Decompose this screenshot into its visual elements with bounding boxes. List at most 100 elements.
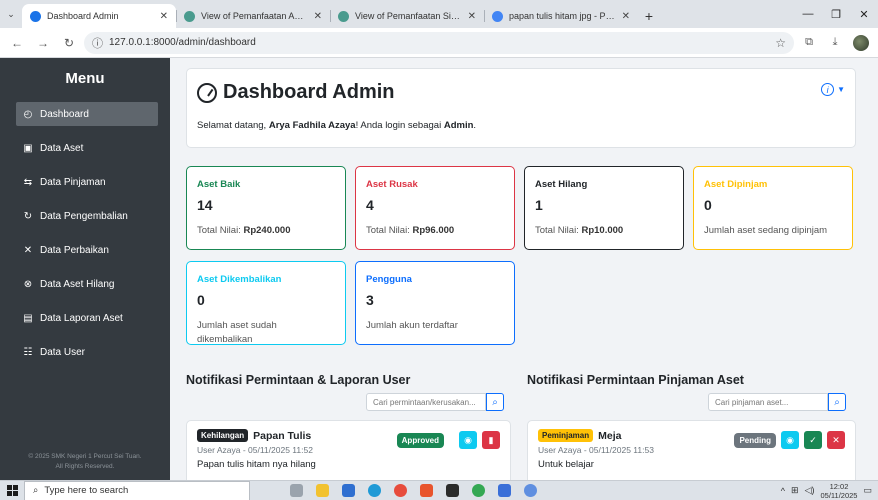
notification-actions: Pending ◉ ✓ ✕ (734, 431, 845, 449)
file-report-icon: ▤ (23, 312, 33, 324)
notification-center-icon[interactable]: ▭ (863, 485, 872, 496)
url-text: 127.0.0.1:8000/admin/dashboard (109, 37, 256, 48)
bookmark-star-icon[interactable]: ☆ (775, 36, 786, 50)
address-bar[interactable]: ⓘ 127.0.0.1:8000/admin/dashboard ☆ (84, 31, 794, 54)
stat-card-aset-dikembalikan[interactable]: Aset Dikembalikan 0 Jumlah aset sudah di… (186, 261, 346, 345)
tab-favicon-icon (30, 10, 41, 22)
loan-notification-search-input[interactable] (708, 393, 828, 411)
new-tab-button[interactable]: + (638, 4, 660, 28)
tab-close-icon[interactable]: ✕ (160, 11, 168, 22)
page-title: Dashboard Admin (197, 81, 395, 104)
header-card: Dashboard Admin Selamat datang, Arya Fad… (186, 68, 856, 148)
taskbar-apps (290, 484, 537, 497)
download-icon[interactable]: ⤓ (824, 32, 846, 54)
sidebar-item-label: Data Pinjaman (40, 176, 106, 188)
notification-body: Papan tulis hitam nya hilang (197, 459, 316, 470)
chrome-icon[interactable] (394, 484, 407, 497)
tab-papan-tulis-search[interactable]: papan tulis hitam jpg - Penelusu ✕ (484, 4, 638, 28)
office-icon[interactable] (420, 484, 433, 497)
tools-icon: ✕ (23, 244, 33, 256)
restore-icon[interactable]: ❐ (822, 0, 850, 28)
teams-icon[interactable] (498, 484, 511, 497)
delete-trash-button[interactable]: ▮ (482, 431, 500, 449)
stat-label: Aset Baik (197, 179, 241, 190)
category-badge: Peminjaman (538, 429, 594, 442)
reload-icon[interactable]: ↻ (58, 32, 80, 54)
media-icon[interactable] (446, 484, 459, 497)
view-eye-button[interactable]: ◉ (781, 431, 799, 449)
taskbar-clock[interactable]: 12:02 05/11/2025 (821, 482, 858, 500)
sidebar-item-data-laporan-aset[interactable]: ▤ Data Laporan Aset (16, 306, 158, 330)
info-dropdown-toggle[interactable]: i ▼ (821, 83, 845, 96)
clock-date: 05/11/2025 (820, 490, 858, 500)
chrome-alt-icon[interactable] (524, 484, 537, 497)
stat-desc-amount: Rp96.000 (412, 225, 455, 236)
stat-card-aset-baik[interactable]: Aset Baik 14 Total Nilai: Rp240.000 (186, 166, 346, 250)
stat-label: Aset Rusak (366, 179, 418, 190)
stat-desc: Total Nilai: Rp240.000 (197, 224, 335, 238)
stat-value: 4 (366, 197, 374, 213)
welcome-middle: ! Anda login sebagai (355, 120, 444, 131)
tab-close-icon[interactable]: ✕ (314, 11, 322, 22)
stat-value: 3 (366, 292, 374, 308)
extensions-icon[interactable]: ⧉ (798, 32, 820, 54)
sidebar-title: Menu (65, 70, 105, 87)
window-close-icon[interactable]: ✕ (850, 0, 878, 28)
stat-card-aset-rusak[interactable]: Aset Rusak 4 Total Nilai: Rp96.000 (355, 166, 515, 250)
task-view-icon[interactable] (290, 484, 303, 497)
user-role: Admin (443, 120, 474, 131)
sidebar-item-data-pengembalian[interactable]: ↻ Data Pengembalian (16, 204, 158, 228)
tab-close-icon[interactable]: ✕ (468, 11, 476, 22)
tab-title: View of Pemanfaatan Sistem Inf (355, 11, 462, 21)
sidebar-item-data-aset[interactable]: ▣ Data Aset (16, 136, 158, 160)
sidebar-item-label: Data Perbaikan (40, 244, 109, 256)
profile-avatar[interactable] (850, 32, 872, 54)
windows-start-icon[interactable] (0, 481, 24, 500)
search-icon[interactable]: ⌕ (486, 393, 504, 411)
tab-pemanfaatan-aplikasi[interactable]: View of Pemanfaatan Aplikasi M ✕ (176, 4, 330, 28)
stat-card-aset-hilang[interactable]: Aset Hilang 1 Total Nilai: Rp10.000 (524, 166, 684, 250)
stat-card-aset-dipinjam[interactable]: Aset Dipinjam 0 Jumlah aset sedang dipin… (693, 166, 853, 250)
volume-icon[interactable]: ◁) (805, 485, 815, 496)
stat-desc-amount: Rp10.000 (581, 225, 624, 236)
x-circle-icon: ⊗ (23, 278, 33, 290)
minimize-icon[interactable]: — (794, 0, 822, 28)
site-info-icon[interactable]: ⓘ (92, 35, 103, 51)
sidebar-item-data-user[interactable]: ☷ Data User (16, 340, 158, 364)
stat-desc: Jumlah aset sedang dipinjam (704, 225, 828, 236)
taskbar-search-placeholder: Type here to search (44, 485, 129, 496)
store-icon[interactable] (342, 484, 355, 497)
speedometer-icon (197, 82, 217, 103)
tab-dashboard-admin[interactable]: Dashboard Admin ✕ (22, 4, 176, 28)
view-eye-button[interactable]: ◉ (459, 431, 477, 449)
caret-down-icon: ▼ (837, 85, 845, 94)
user-name: Arya Fadhila Azaya (268, 120, 356, 131)
tray-chevron-icon[interactable]: ^ (781, 486, 785, 496)
approve-check-button[interactable]: ✓ (804, 431, 822, 449)
sidebar-item-dashboard[interactable]: ◴ Dashboard (16, 102, 158, 126)
reject-x-button[interactable]: ✕ (827, 431, 845, 449)
status-badge: Pending (734, 432, 776, 448)
file-explorer-icon[interactable] (316, 484, 329, 497)
sidebar-item-data-aset-hilang[interactable]: ⊗ Data Aset Hilang (16, 272, 158, 296)
tab-close-icon[interactable]: ✕ (622, 11, 630, 22)
tab-pemanfaatan-sistem[interactable]: View of Pemanfaatan Sistem Inf ✕ (330, 4, 484, 28)
sidebar-item-data-pinjaman[interactable]: ⇆ Data Pinjaman (16, 170, 158, 194)
tab-search-chevron-icon[interactable]: ⌄ (0, 0, 22, 28)
edge-icon[interactable] (368, 484, 381, 497)
browser-toolbar: ← → ↻ ⓘ 127.0.0.1:8000/admin/dashboard ☆… (0, 28, 878, 58)
back-arrow-icon[interactable]: ← (6, 32, 28, 54)
tab-title: View of Pemanfaatan Aplikasi M (201, 11, 308, 21)
system-tray: ^ ⊞ ◁) 12:02 05/11/2025 ▭ (781, 482, 878, 500)
sidebar-item-label: Data Aset Hilang (40, 278, 115, 290)
chrome-profile-icon[interactable] (472, 484, 485, 497)
user-notification-search-input[interactable] (366, 393, 486, 411)
network-icon[interactable]: ⊞ (791, 485, 799, 496)
sidebar-item-data-perbaikan[interactable]: ✕ Data Perbaikan (16, 238, 158, 262)
taskbar-search[interactable]: ⌕ Type here to search (24, 480, 250, 500)
search-icon[interactable]: ⌕ (828, 393, 846, 411)
stat-card-pengguna[interactable]: Pengguna 3 Jumlah akun terdaftar (355, 261, 515, 345)
forward-arrow-icon[interactable]: → (32, 32, 54, 54)
user-notification-item: Kehilangan Papan Tulis User Azaya - 05/1… (186, 420, 511, 480)
asset-name: Meja (598, 429, 622, 442)
